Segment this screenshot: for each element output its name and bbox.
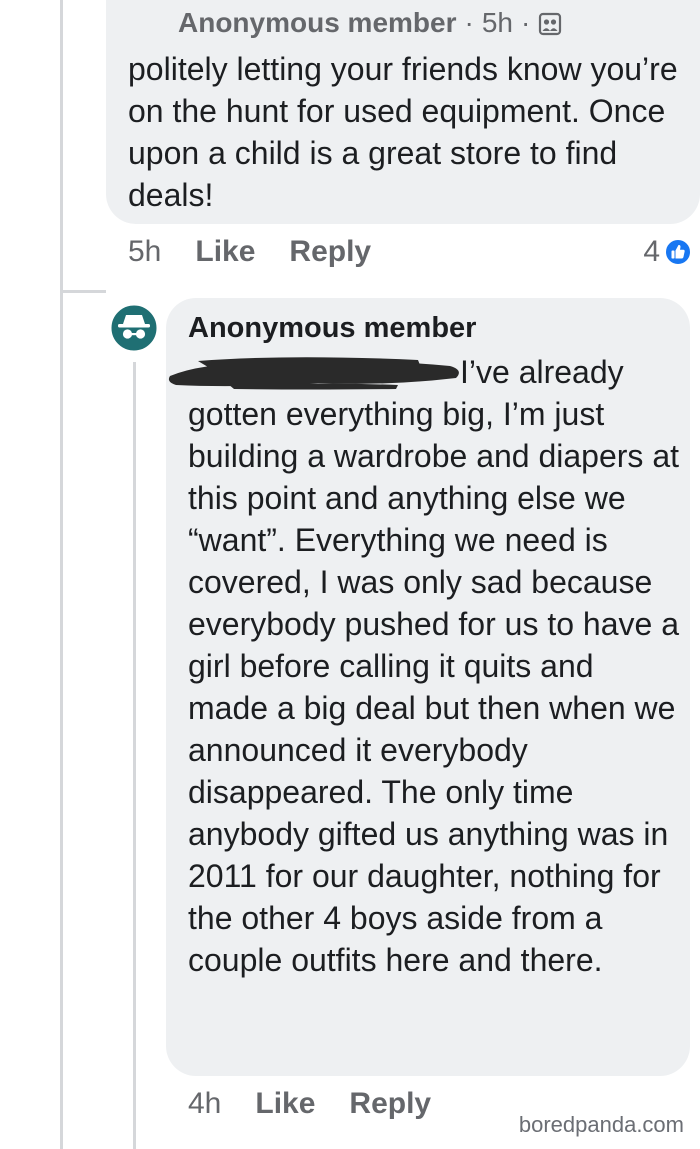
top-comment-header-time[interactable]: 5h [482, 7, 513, 39]
reply-comment-text: I’ve already gotten everything big, I’m … [188, 354, 679, 978]
top-comment-author[interactable]: Anonymous member [178, 7, 457, 39]
like-button[interactable]: Like [255, 1087, 315, 1121]
watermark: boredpanda.com [518, 1112, 684, 1137]
header-separator: · [520, 7, 531, 38]
anonymous-avatar-icon[interactable] [108, 302, 160, 354]
like-button[interactable]: Like [195, 235, 255, 269]
reply-button[interactable]: Reply [289, 235, 371, 269]
thread-line-reply [133, 362, 136, 1149]
top-comment-header: Anonymous member · 5h · [178, 4, 562, 42]
redacted-mention [168, 356, 468, 390]
reply-comment-author[interactable]: Anonymous member [188, 312, 476, 345]
reply-comment-actions: 4h Like Reply [188, 1084, 431, 1124]
reply-button[interactable]: Reply [349, 1087, 431, 1121]
like-badge-icon [664, 238, 692, 266]
top-comment-actions: 5h Like Reply [128, 232, 371, 272]
header-separator: · [464, 7, 474, 38]
thread-line-main [60, 0, 63, 1149]
thread-line-branch [60, 290, 106, 293]
top-comment-text: politely letting your friends know you’r… [128, 51, 678, 213]
reaction-summary[interactable]: 4 [643, 232, 692, 272]
group-members-icon [538, 11, 562, 36]
reply-comment-time[interactable]: 4h [188, 1087, 221, 1121]
top-comment-time[interactable]: 5h [128, 235, 161, 269]
reaction-count: 4 [643, 235, 660, 268]
